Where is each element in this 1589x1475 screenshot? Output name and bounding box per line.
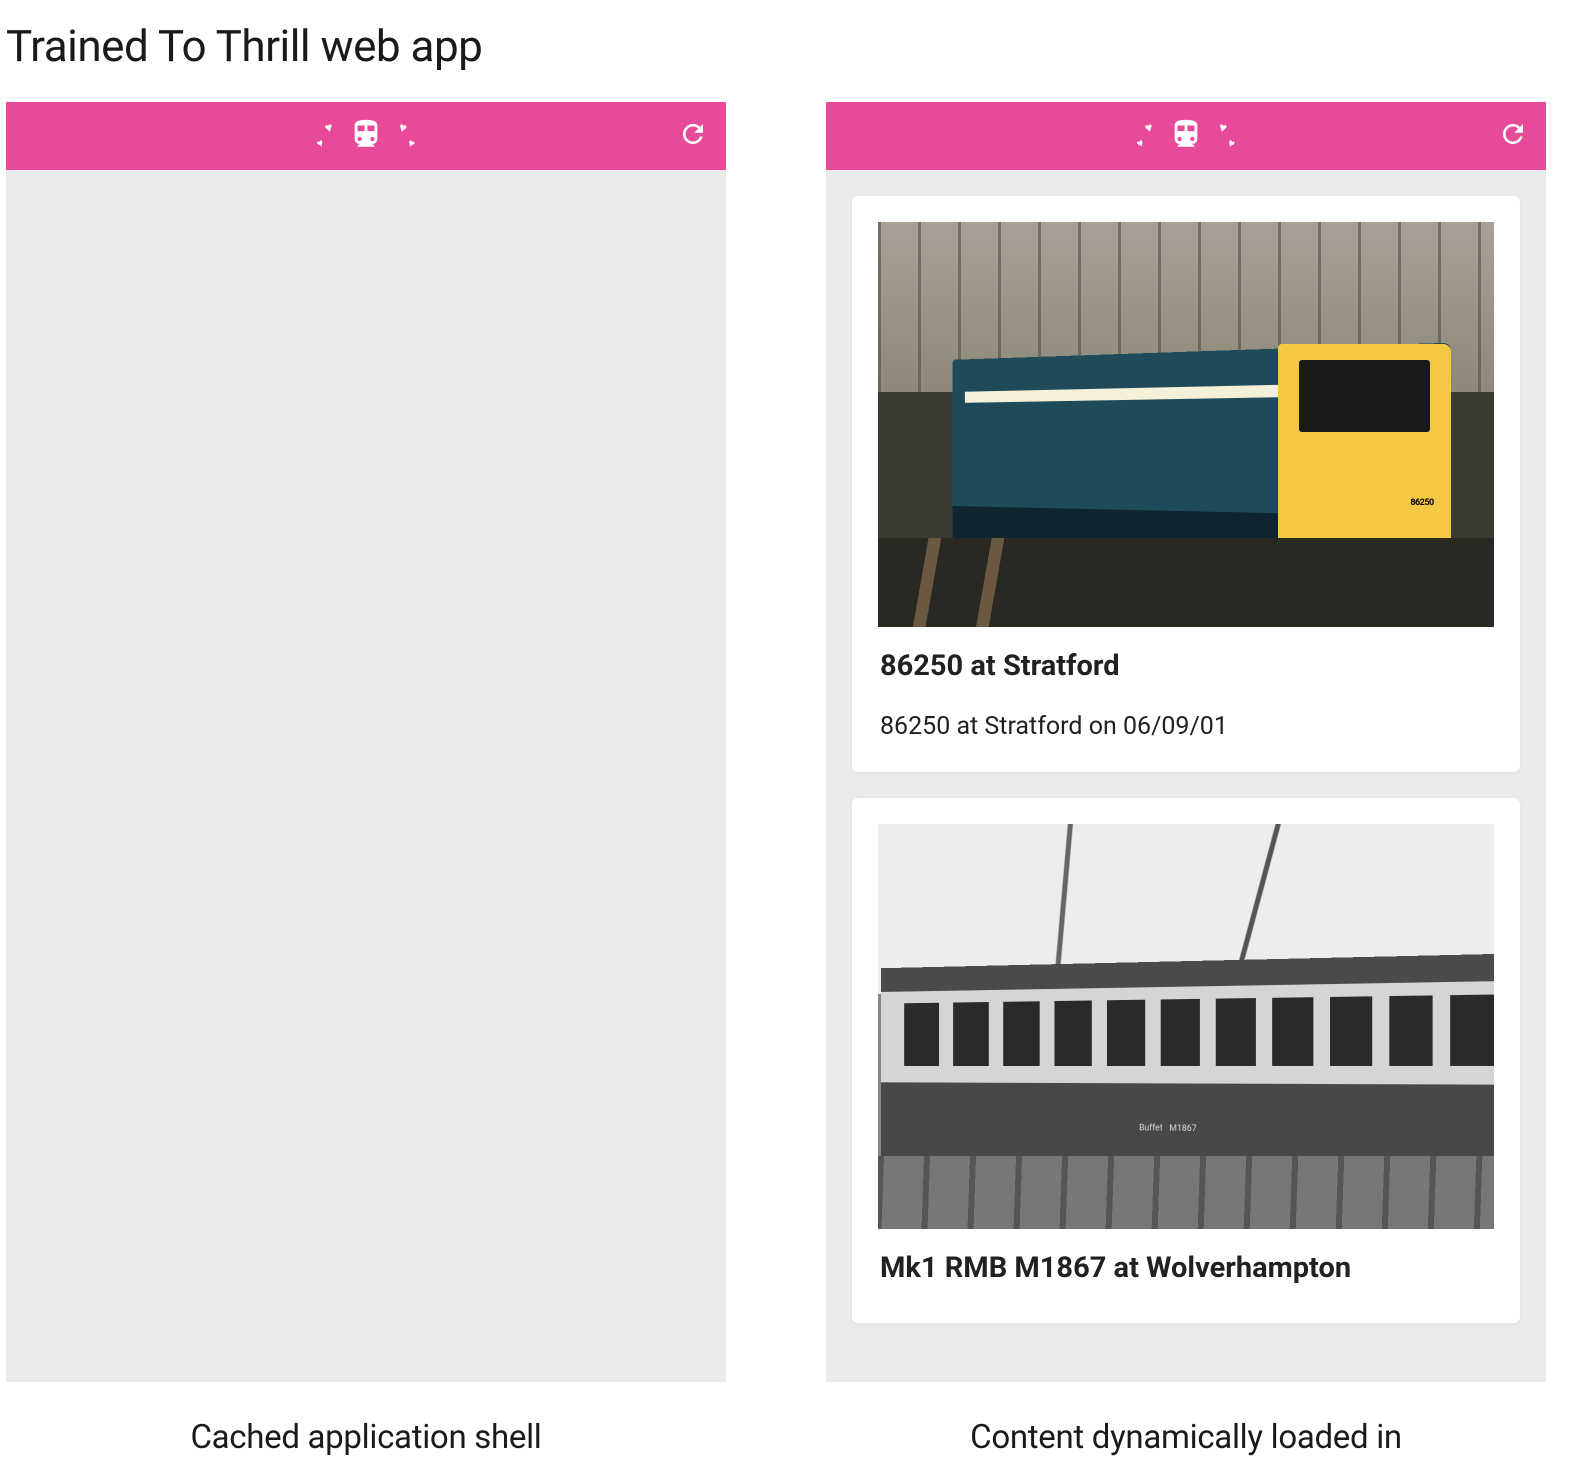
train-photo: [878, 824, 1494, 1229]
app-logo: ♥♥ ♥♥: [1135, 115, 1237, 157]
train-photo: [878, 222, 1494, 627]
hearts-right-icon: ♥♥: [1209, 118, 1237, 154]
card-title: Mk1 RMB M1867 at Wolverhampton: [880, 1251, 1492, 1285]
panel-left: ♥♥ ♥♥: [6, 102, 726, 1457]
train-icon: [1169, 115, 1203, 157]
content-area[interactable]: 86250 at Stratford 86250 at Stratford on…: [826, 170, 1546, 1382]
card-description: 86250 at Stratford on 06/09/01: [880, 711, 1492, 744]
hearts-left-icon: ♥♥: [315, 118, 343, 154]
panel-right: ♥♥ ♥♥: [826, 102, 1546, 1457]
card-body: Mk1 RMB M1867 at Wolverhampton: [852, 1229, 1520, 1323]
refresh-button[interactable]: [1498, 119, 1528, 153]
content-card[interactable]: Mk1 RMB M1867 at Wolverhampton: [852, 798, 1520, 1323]
panels-row: ♥♥ ♥♥: [0, 102, 1589, 1457]
content-card[interactable]: 86250 at Stratford 86250 at Stratford on…: [852, 196, 1520, 772]
panel-left-caption: Cached application shell: [6, 1382, 726, 1457]
card-title: 86250 at Stratford: [880, 649, 1492, 683]
hearts-right-icon: ♥♥: [389, 118, 417, 154]
phone-shell-right: ♥♥ ♥♥: [826, 102, 1546, 1382]
panel-right-caption: Content dynamically loaded in: [826, 1382, 1546, 1457]
app-header: ♥♥ ♥♥: [6, 102, 726, 170]
app-logo: ♥♥ ♥♥: [315, 115, 417, 157]
refresh-icon: [678, 119, 708, 149]
page-title: Trained To Thrill web app: [0, 0, 1589, 102]
card-image-wrap: [852, 196, 1520, 627]
refresh-button[interactable]: [678, 119, 708, 153]
card-body: 86250 at Stratford 86250 at Stratford on…: [852, 627, 1520, 772]
phone-shell-left: ♥♥ ♥♥: [6, 102, 726, 1382]
card-image-wrap: [852, 798, 1520, 1229]
train-icon: [349, 115, 383, 157]
hearts-left-icon: ♥♥: [1135, 118, 1163, 154]
content-area-empty: [6, 170, 726, 1382]
refresh-icon: [1498, 119, 1528, 149]
app-header: ♥♥ ♥♥: [826, 102, 1546, 170]
